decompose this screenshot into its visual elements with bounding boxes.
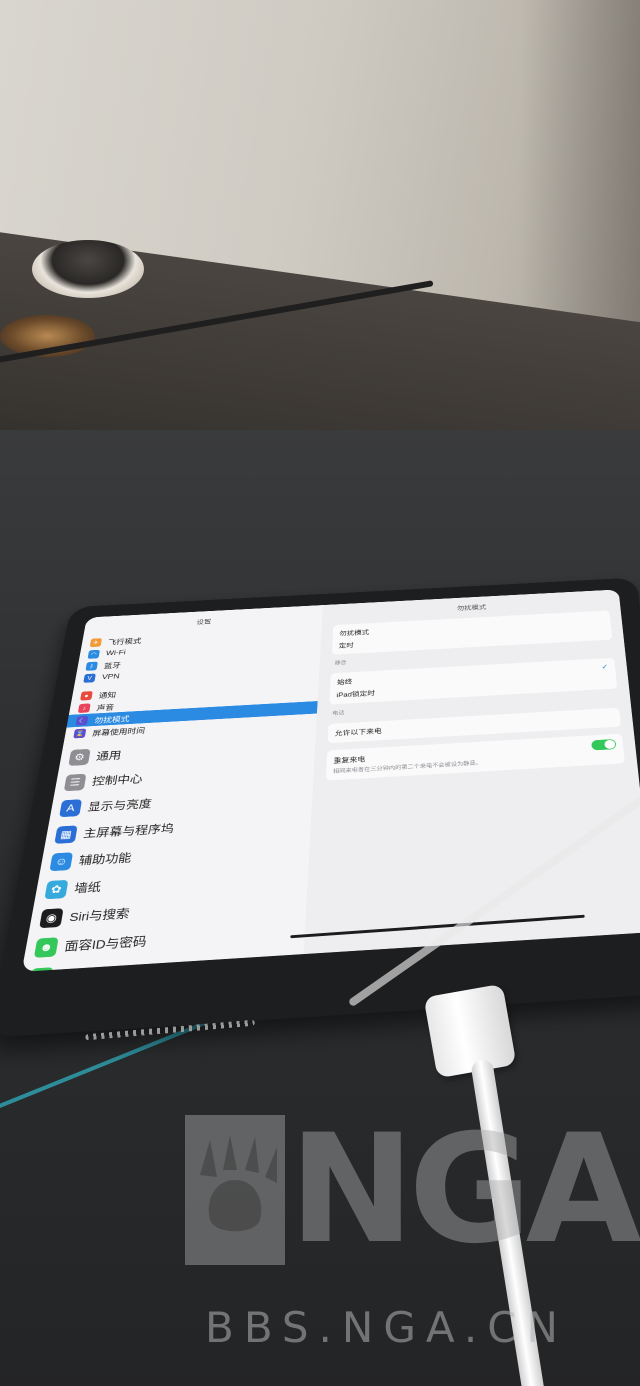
sidebar-item-label: 控制中心 [91, 772, 144, 788]
setting-label: 始终 [336, 678, 353, 686]
watermark-text: NGA [289, 1103, 640, 1277]
siri-icon: ◉ [39, 908, 64, 929]
sound-icon: ♪ [77, 703, 91, 713]
home-screen-icon: ▦ [54, 825, 78, 844]
notification-icon: ● [80, 690, 93, 701]
settings-sidebar: 设置 ✈ 飞行模式 ◠ Wi-Fi ᛒ 蓝牙 V VPN ● 通知 ♪ 声音 ☾ 勿扰模式 ⌛ 屏幕使用时间 ⚙… [21, 605, 324, 972]
wallpaper-icon: ✿ [44, 879, 69, 900]
bluetooth-icon: ᛒ [85, 661, 99, 671]
sidebar-item-label: 主屏幕与程序坞 [82, 821, 175, 840]
detail-sections: 勿扰模式 定时 静音 始终 ✓ iPad锁定时 电话 允许以下来电 重复来电 相同来电者在三分钟内… [313, 610, 637, 782]
sidebar-groups: ✈ 飞行模式 ◠ Wi-Fi ᛒ 蓝牙 V VPN ● 通知 ♪ 声音 ☾ 勿扰模式 ⌛ 屏幕使用时间 ⚙ 通用 ☰… [22, 619, 322, 972]
battery-icon: ▬ [28, 967, 54, 972]
setting-label: 重复来电 [333, 755, 366, 765]
watermark-logo: NGA [185, 1105, 640, 1275]
sidebar-item-label: 电池 [58, 966, 89, 972]
sidebar-item-label: 显示与亮度 [86, 797, 153, 814]
setting-label: 定时 [338, 641, 354, 650]
gear-icon: ⚙ [68, 748, 91, 766]
sidebar-item-label: VPN [101, 672, 121, 681]
control-center-icon: ☰ [63, 773, 87, 792]
setting-label: iPad锁定时 [336, 689, 375, 699]
accessibility-icon: ☺ [49, 852, 74, 872]
sidebar-item-label: 蓝牙 [103, 661, 122, 671]
moon-icon: ☾ [75, 715, 89, 726]
photo-scene: 设置 ✈ 飞行模式 ◠ Wi-Fi ᛒ 蓝牙 V VPN ● 通知 ♪ 声音 ☾ 勿扰模式 ⌛ 屏幕使用时间 ⚙… [0, 0, 640, 1386]
sidebar-item-label: 面容ID与密码 [63, 934, 148, 954]
sidebar-item-label: 通用 [95, 749, 123, 763]
sidebar-item-label: 墙纸 [73, 880, 102, 896]
sidebar-item-label: 飞行模式 [107, 637, 142, 647]
ipad: 设置 ✈ 飞行模式 ◠ Wi-Fi ᛒ 蓝牙 V VPN ● 通知 ♪ 声音 ☾ 勿扰模式 ⌛ 屏幕使用时间 ⚙… [0, 577, 640, 1038]
sidebar-group: ⚙ 通用 ☰ 控制中心 A 显示与亮度 ▦ 主屏幕与程序坞 ☺ 辅助功能 ✿ 墙纸 ◉ Siri与搜索 ☻ 面… [22, 726, 316, 972]
wifi-icon: ◠ [87, 649, 101, 659]
cable-grommet [32, 240, 144, 298]
hourglass-icon: ⌛ [73, 728, 87, 739]
sidebar-item-label: 声音 [95, 703, 115, 713]
watermark-url: BBS.NGA.CN [205, 1303, 568, 1352]
settings-detail: 勿扰模式 勿扰模式 定时 静音 始终 ✓ iPad锁定时 电话 允许以下来电 重复来电 相同来电者… [303, 589, 640, 955]
checkmark-icon: ✓ [601, 663, 609, 672]
repeated-calls-toggle[interactable] [591, 739, 617, 751]
usb-c-plug [423, 983, 517, 1079]
sidebar-item-label: Siri与搜索 [68, 906, 131, 924]
sidebar-item-label: 勿扰模式 [93, 715, 130, 725]
vpn-icon: V [83, 673, 96, 683]
face-id-icon: ☻ [33, 937, 59, 958]
watermark-paw-icon [185, 1115, 285, 1265]
sidebar-item-label: 通知 [98, 691, 117, 700]
sidebar-item-label: 辅助功能 [77, 851, 133, 868]
sidebar-item-label: Wi-Fi [105, 648, 127, 657]
airplane-icon: ✈ [89, 637, 103, 647]
setting-label: 勿扰模式 [339, 628, 370, 637]
setting-label: 允许以下来电 [334, 727, 382, 738]
display-icon: A [59, 799, 83, 818]
ipad-screen: 设置 ✈ 飞行模式 ◠ Wi-Fi ᛒ 蓝牙 V VPN ● 通知 ♪ 声音 ☾ 勿扰模式 ⌛ 屏幕使用时间 ⚙… [21, 589, 640, 972]
